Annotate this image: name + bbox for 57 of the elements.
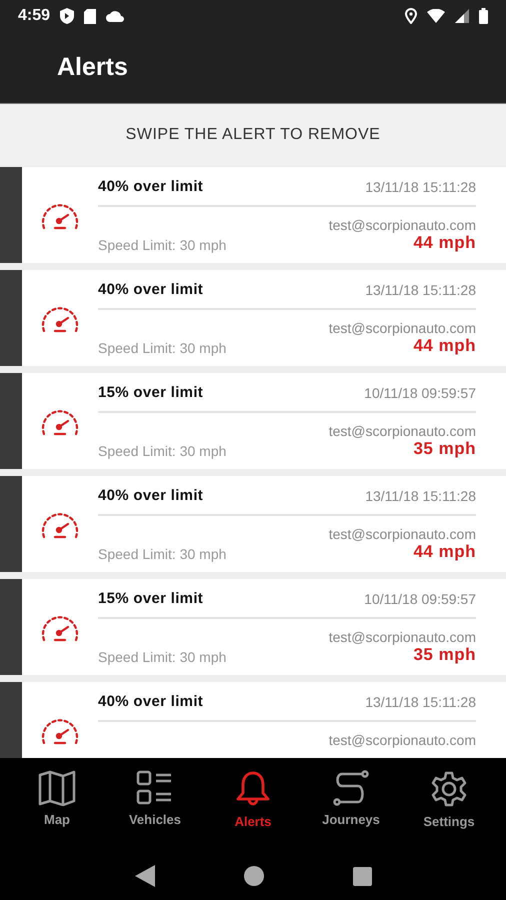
- alert-timestamp: 10/11/18 09:59:57: [364, 385, 476, 401]
- driver-email: test@scorpionauto.com: [328, 732, 476, 748]
- nav-tab[interactable]: Map: [17, 758, 97, 852]
- alert-title: 40% over limit: [98, 693, 204, 710]
- alert-card[interactable]: 40% over limit 13/11/18 15:11:28 test@scorpionauto.com Speed Limit: 30 mph 44 mph: [22, 270, 506, 366]
- alert-card[interactable]: 40% over limit 13/11/18 15:11:28 test@scorpionauto.com Speed Limit: 30 mph 44 mph: [22, 167, 506, 263]
- route-icon: [332, 770, 370, 806]
- cloud-icon: [106, 10, 124, 22]
- driver-email: test@scorpionauto.com: [328, 629, 476, 645]
- alert-title: 15% over limit: [98, 590, 204, 607]
- alert-timestamp: 13/11/18 15:11:28: [365, 179, 476, 195]
- swipe-hint: SWIPE THE ALERT TO REMOVE: [126, 126, 380, 144]
- location-icon: [405, 8, 417, 24]
- alert-title: 15% over limit: [98, 384, 204, 401]
- driver-email: test@scorpionauto.com: [328, 526, 476, 542]
- speed-limit: Speed Limit: 30 mph: [98, 649, 226, 665]
- recorded-speed: 44 mph: [413, 542, 476, 562]
- speed-limit: Speed Limit: 30 mph: [98, 340, 226, 356]
- bell-icon: [234, 770, 272, 808]
- shield-icon: [60, 8, 74, 24]
- speed-limit: Speed Limit: 30 mph: [98, 546, 226, 562]
- alert-card[interactable]: 40% over limit 13/11/18 15:11:28 test@scorpionauto.com Speed Limit: 30 mph 44 mph: [22, 476, 506, 572]
- alert-card[interactable]: 40% over limit 13/11/18 15:11:28 test@scorpionauto.com: [22, 682, 506, 758]
- alert-card[interactable]: 15% over limit 10/11/18 09:59:57 test@scorpionauto.com Speed Limit: 30 mph 35 mph: [22, 373, 506, 469]
- alert-card[interactable]: 15% over limit 10/11/18 09:59:57 test@scorpionauto.com Speed Limit: 30 mph 35 mph: [22, 579, 506, 675]
- alert-timestamp: 13/11/18 15:11:28: [365, 488, 476, 504]
- speed-limit: Speed Limit: 30 mph: [98, 237, 226, 253]
- recorded-speed: 44 mph: [413, 233, 476, 253]
- clock: 4:59: [18, 7, 50, 25]
- list-icon: [136, 770, 174, 806]
- nav-tab[interactable]: Settings: [409, 758, 489, 852]
- recorded-speed: 44 mph: [413, 336, 476, 356]
- alert-timestamp: 10/11/18 09:59:57: [364, 591, 476, 607]
- wifi-icon: [427, 9, 445, 23]
- recents-icon[interactable]: [352, 866, 372, 886]
- alert-timestamp: 13/11/18 15:11:28: [365, 282, 476, 298]
- alert-title: 40% over limit: [98, 281, 204, 298]
- signal-icon: [455, 9, 469, 23]
- driver-email: test@scorpionauto.com: [328, 320, 476, 336]
- speed-limit: Speed Limit: 30 mph: [98, 443, 226, 459]
- home-icon[interactable]: [244, 866, 264, 886]
- alert-title: 40% over limit: [98, 487, 204, 504]
- settings-icon: [430, 770, 468, 808]
- driver-email: test@scorpionauto.com: [328, 423, 476, 439]
- recorded-speed: 35 mph: [413, 439, 476, 459]
- driver-email: test@scorpionauto.com: [328, 217, 476, 233]
- recorded-speed: 35 mph: [413, 645, 476, 665]
- nav-tab[interactable]: Journeys: [311, 758, 391, 852]
- alert-title: 40% over limit: [98, 178, 204, 195]
- alert-timestamp: 13/11/18 15:11:28: [365, 694, 476, 710]
- battery-icon: [479, 8, 488, 24]
- back-icon[interactable]: [134, 865, 154, 887]
- sd-card-icon: [84, 8, 96, 24]
- nav-tab[interactable]: Vehicles: [115, 758, 195, 852]
- page-title: Alerts: [57, 53, 128, 82]
- map-icon: [38, 770, 76, 806]
- nav-tab[interactable]: Alerts: [213, 758, 293, 852]
